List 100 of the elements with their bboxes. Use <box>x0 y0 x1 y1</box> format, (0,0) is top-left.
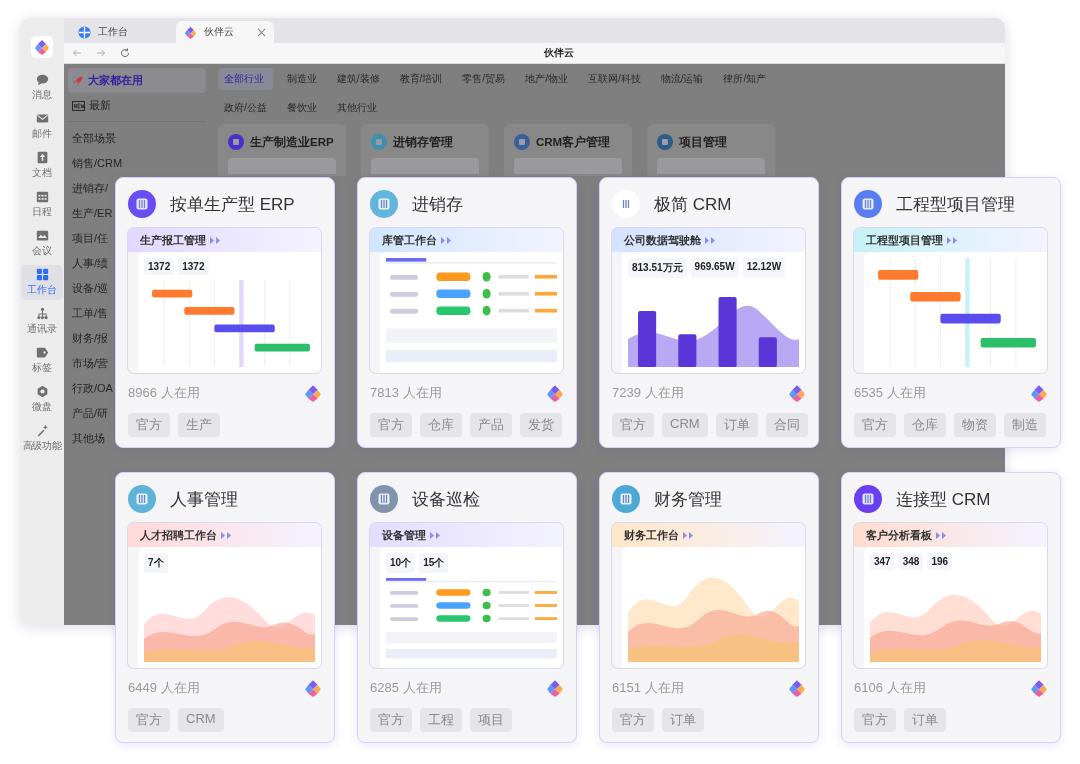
sidebar-item[interactable]: 进销存/ <box>68 176 111 201</box>
grid-icon <box>35 268 49 281</box>
card-title: 按单生产型 ERP <box>170 193 295 216</box>
industry-tab[interactable]: 其他行业 <box>330 97 386 119</box>
template-card[interactable]: 连接型 CRM 客户分析看板 347 348 196 6106 人在用 官方 订单 <box>841 472 1061 743</box>
sidebar-item[interactable]: 工单/售 <box>68 301 111 326</box>
template-card[interactable]: CRM客户管理 <box>504 124 632 176</box>
usage-count: 7239 人在用 <box>612 384 684 402</box>
tag: 官方 <box>854 708 896 732</box>
forward-icon[interactable] <box>96 48 106 58</box>
rail-item[interactable]: 日程 <box>21 187 63 222</box>
close-icon[interactable] <box>257 27 266 37</box>
card-title: 项目管理 <box>679 134 727 150</box>
sidebar-item[interactable]: 设备/巡 <box>68 276 111 301</box>
double-arrow-icon <box>683 531 694 539</box>
rail-item[interactable]: 会议 <box>21 226 63 261</box>
chart-bar <box>638 311 657 367</box>
calendar-icon <box>35 190 49 203</box>
sidebar-item[interactable]: 生产/ER <box>68 201 115 226</box>
industry-tab[interactable]: 律所/知产 <box>717 68 773 90</box>
logo-icon <box>546 384 564 402</box>
usage-count: 6106 人在用 <box>854 679 926 697</box>
stat-value: 7个 <box>144 553 168 573</box>
sidebar-item[interactable]: 财务/报 <box>68 326 111 351</box>
industry-tab[interactable]: 零售/贸易 <box>456 68 512 90</box>
rail-item[interactable]: 消息 <box>21 70 63 105</box>
tag: 物资 <box>954 413 996 437</box>
tag: 订单 <box>904 708 946 732</box>
template-card[interactable]: 设备巡检 设备管理 10个 15个 6285 人在用 官方 工程 项目 <box>357 472 577 743</box>
rail-item[interactable]: 邮件 <box>21 109 63 144</box>
industry-tab[interactable]: 物流/运输 <box>654 68 710 90</box>
industry-tab[interactable]: 教育/培训 <box>393 68 449 90</box>
industry-tab[interactable]: 制造业 <box>280 68 323 90</box>
template-card[interactable]: 人事管理 人才招聘工作台 7个 6449 人在用 官方 CRM <box>115 472 335 743</box>
template-card[interactable]: 工程型项目管理 工程型项目管理 6535 人在用 官方 仓库 物资 制造 <box>841 177 1061 448</box>
sidebar-item[interactable]: 人事/绩 <box>68 251 111 276</box>
tag: 发货 <box>520 413 562 437</box>
gantt-bar <box>184 307 235 315</box>
tag: 项目 <box>470 708 512 732</box>
template-card[interactable]: 进销存 库管工作台 7813 人在用 官方 仓库 产品 发货 <box>357 177 577 448</box>
sidebar-item[interactable]: 产品/研 <box>68 401 111 426</box>
industry-tab[interactable]: 餐饮业 <box>280 97 323 119</box>
rail-item[interactable]: 通讯录 <box>21 304 63 339</box>
gantt-bar <box>980 337 1036 348</box>
reload-icon[interactable] <box>120 48 130 58</box>
rocket-icon <box>72 74 84 87</box>
tag: 订单 <box>662 708 704 732</box>
template-card[interactable]: 财务管理 财务工作台 6151 人在用 官方 订单 <box>599 472 819 743</box>
rail-item[interactable]: 高级功能 <box>21 421 63 456</box>
rail-item[interactable]: 文档 <box>21 148 63 183</box>
rail-item[interactable]: 工作台 <box>21 265 63 300</box>
industry-tab[interactable]: 全部行业 <box>218 68 273 90</box>
rail-item[interactable]: 标签 <box>21 343 63 378</box>
sidebar-item[interactable]: 销售/CRM <box>68 151 125 176</box>
sidebar-item[interactable]: 行政/OA <box>68 376 115 401</box>
stat-value: 1372 <box>144 258 175 275</box>
card-title: 人事管理 <box>170 488 238 511</box>
tag: 官方 <box>370 708 412 732</box>
preview-title: 工程型项目管理 <box>866 232 943 248</box>
tag: 生产 <box>178 413 220 437</box>
browser-tab[interactable]: 工作台 <box>70 21 172 43</box>
sidebar-item[interactable]: 市场/营 <box>68 351 111 376</box>
tag: CRM <box>178 708 224 732</box>
card-title: 连接型 CRM <box>896 488 991 511</box>
org-chart-icon <box>35 307 49 320</box>
logo-icon[interactable] <box>34 39 50 55</box>
template-card[interactable]: 进销存管理 <box>361 124 489 176</box>
sidebar-item[interactable]: 全部场景 <box>68 126 118 151</box>
double-arrow-icon <box>210 236 221 244</box>
template-card[interactable]: 项目管理 <box>647 124 775 176</box>
template-card[interactable]: 生产制造业ERP <box>218 124 346 176</box>
sidebar-item[interactable]: 其他场 <box>68 426 107 451</box>
industry-tab[interactable]: 建筑/装修 <box>330 68 386 90</box>
browser-tab[interactable]: 伙伴云 <box>176 21 274 43</box>
tag: 订单 <box>715 413 758 437</box>
document-icon <box>35 151 49 164</box>
gantt-bar <box>152 289 193 298</box>
template-card[interactable]: 按单生产型 ERP 生产报工管理 1372 1372 8966 人在用 官方 生产 <box>115 177 335 448</box>
sidebar-item[interactable]: 大家都在用 <box>68 68 206 93</box>
sidebar-item[interactable]: 项目/任 <box>68 226 111 251</box>
industry-tab[interactable]: 互联网/科技 <box>581 68 647 90</box>
stat-value: 12.12W <box>742 258 786 278</box>
tag: 官方 <box>370 413 412 437</box>
usage-count: 6151 人在用 <box>612 679 684 697</box>
chart-bar <box>718 297 737 367</box>
back-icon[interactable] <box>72 48 82 58</box>
new-badge-icon <box>72 100 85 111</box>
rail-item[interactable]: 微盘 <box>21 382 63 417</box>
tag: 官方 <box>612 413 654 437</box>
industry-tab[interactable]: 地产/物业 <box>519 68 574 90</box>
preview-title: 生产报工管理 <box>140 232 206 248</box>
industry-tab[interactable]: 政府/公益 <box>218 97 273 119</box>
sidebar-item[interactable]: 最新 <box>68 93 113 118</box>
stat-value: 10个 <box>386 553 416 573</box>
double-arrow-icon <box>441 236 452 244</box>
page-title: 伙伴云 <box>544 46 574 60</box>
template-card[interactable]: 极简 CRM 公司数据驾驶舱 813.51万元 969.65W 12.12W 7239 人在用 官方 CRM 订单 合同 <box>599 177 819 448</box>
card-title: 财务管理 <box>654 488 722 511</box>
preview-title: 库管工作台 <box>382 232 437 248</box>
tag: 官方 <box>612 708 654 732</box>
